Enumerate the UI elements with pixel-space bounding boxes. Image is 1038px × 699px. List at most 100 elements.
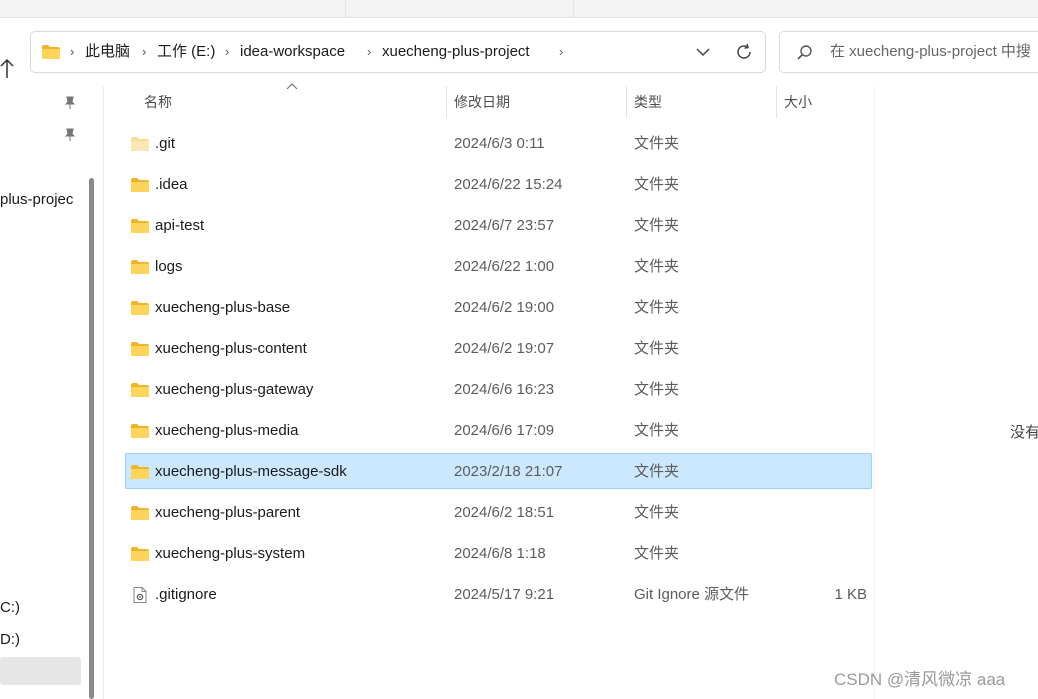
chevron-down-icon[interactable] <box>695 45 711 59</box>
file-date: 2024/6/7 23:57 <box>454 217 555 234</box>
chevron-right-icon[interactable]: › <box>142 43 146 61</box>
column-divider[interactable] <box>446 86 447 118</box>
sort-ascending-icon <box>286 83 298 90</box>
file-size: 1 KB <box>834 586 867 603</box>
preview-pane-text: 没有 <box>1010 424 1038 441</box>
column-date[interactable]: 修改日期 <box>454 93 510 111</box>
file-row[interactable]: api-test 2024/6/7 23:57 文件夹 <box>125 207 872 243</box>
file-row[interactable]: xuecheng-plus-content 2024/6/2 19:07 文件夹 <box>125 330 872 366</box>
column-divider[interactable] <box>776 86 777 118</box>
file-date: 2024/6/8 1:18 <box>454 545 546 562</box>
folder-icon <box>131 424 149 438</box>
navigation-pane: plus-projec C:) D:) <box>0 86 103 699</box>
tab-strip-segment <box>346 0 574 18</box>
folder-icon <box>131 342 149 356</box>
file-row[interactable]: xuecheng-plus-message-sdk 2023/2/18 21:07… <box>125 453 872 489</box>
file-type: 文件夹 <box>634 176 680 193</box>
breadcrumb-this-pc[interactable]: 此电脑 <box>85 43 130 61</box>
search-box[interactable]: 在 xuecheng-plus-project 中搜 <box>779 31 1038 73</box>
folder-icon <box>131 178 149 192</box>
file-row[interactable]: .gitignore 2024/5/17 9:21 Git Ignore 源文件 1 … <box>125 576 872 612</box>
file-row[interactable]: .idea 2024/6/22 15:24 文件夹 <box>125 166 872 202</box>
chevron-right-icon[interactable]: › <box>225 43 229 61</box>
file-name: xuecheng-plus-base <box>155 299 291 316</box>
nav-item-selected[interactable] <box>0 657 81 685</box>
file-date: 2024/6/2 18:51 <box>454 504 555 521</box>
watermark: CSDN @清风微凉 aaa <box>834 670 1006 689</box>
file-date: 2024/6/22 1:00 <box>454 258 555 275</box>
breadcrumb-drive-e[interactable]: 工作 (E:) <box>157 43 215 61</box>
file-type: 文件夹 <box>634 381 680 398</box>
file-row[interactable]: xuecheng-plus-system 2024/6/8 1:18 文件夹 <box>125 535 872 571</box>
file-type: 文件夹 <box>634 135 680 152</box>
folder-icon <box>131 301 149 315</box>
file-name: xuecheng-plus-gateway <box>155 381 314 398</box>
file-name: api-test <box>155 217 205 234</box>
file-type: 文件夹 <box>634 422 680 439</box>
folder-icon <box>131 506 149 520</box>
breadcrumb-idea-workspace[interactable]: idea-workspace <box>240 43 345 61</box>
search-placeholder: 在 xuecheng-plus-project 中搜 <box>830 43 1031 60</box>
file-row[interactable]: logs 2024/6/22 1:00 文件夹 <box>125 248 872 284</box>
file-type: 文件夹 <box>634 340 680 357</box>
file-date: 2023/2/18 21:07 <box>454 463 563 480</box>
column-divider[interactable] <box>626 86 627 118</box>
file-name: logs <box>155 258 183 275</box>
breadcrumb-project[interactable]: xuecheng-plus-project <box>382 43 530 61</box>
file-date: 2024/6/22 15:24 <box>454 176 563 193</box>
folder-icon <box>131 547 149 561</box>
column-name[interactable]: 名称 <box>144 93 172 111</box>
file-type: 文件夹 <box>634 504 680 521</box>
file-type: 文件夹 <box>634 258 680 275</box>
folder-icon <box>131 260 149 274</box>
up-arrow-icon[interactable] <box>0 58 14 80</box>
file-name: xuecheng-plus-system <box>155 545 306 562</box>
chevron-right-icon: › <box>70 44 75 59</box>
file-row[interactable]: xuecheng-plus-base 2024/6/2 19:00 文件夹 <box>125 289 872 325</box>
nav-item-project[interactable]: plus-projec <box>0 191 73 209</box>
address-bar[interactable]: › 此电脑 › 工作 (E:) › idea-workspace › xuech… <box>30 31 766 73</box>
file-type: 文件夹 <box>634 463 680 480</box>
file-row[interactable]: xuecheng-plus-parent 2024/6/2 18:51 文件夹 <box>125 494 872 530</box>
file-type: 文件夹 <box>634 545 680 562</box>
file-date: 2024/5/17 9:21 <box>454 586 555 603</box>
file-date: 2024/6/3 0:11 <box>454 135 545 152</box>
nav-scrollbar[interactable] <box>89 178 94 699</box>
file-name: xuecheng-plus-parent <box>155 504 301 521</box>
pin-icon[interactable] <box>63 96 77 110</box>
file-date: 2024/6/6 17:09 <box>454 422 555 439</box>
file-row[interactable]: .git 2024/6/3 0:11 文件夹 <box>125 125 872 161</box>
file-name: .git <box>155 135 176 152</box>
window-top-strip <box>0 0 1038 18</box>
tab-strip-segment <box>0 0 346 18</box>
file-date: 2024/6/2 19:07 <box>454 340 555 357</box>
nav-item-drive-c[interactable]: C:) <box>0 599 20 617</box>
preview-divider <box>874 86 875 699</box>
file-name: xuecheng-plus-content <box>155 340 307 357</box>
chevron-right-icon[interactable]: › <box>367 43 371 61</box>
pane-divider[interactable] <box>103 86 104 699</box>
folder-icon <box>131 383 149 397</box>
file-settings-icon <box>133 587 147 603</box>
pin-icon[interactable] <box>63 128 77 142</box>
file-name: xuecheng-plus-media <box>155 422 299 439</box>
folder-icon <box>42 45 60 59</box>
column-header: 名称 修改日期 类型 大小 <box>104 83 874 120</box>
chevron-right-icon[interactable]: › <box>559 43 563 61</box>
column-type[interactable]: 类型 <box>634 93 662 111</box>
file-name: .idea <box>155 176 188 193</box>
column-size[interactable]: 大小 <box>784 93 812 111</box>
file-type: 文件夹 <box>634 217 680 234</box>
nav-item-drive-d[interactable]: D:) <box>0 631 20 649</box>
folder-faded-icon <box>131 137 149 151</box>
refresh-icon[interactable] <box>734 42 754 62</box>
file-type: 文件夹 <box>634 299 680 316</box>
file-row[interactable]: xuecheng-plus-media 2024/6/6 17:09 文件夹 <box>125 412 872 448</box>
file-type: Git Ignore 源文件 <box>634 586 750 603</box>
file-date: 2024/6/2 19:00 <box>454 299 555 316</box>
folder-icon <box>131 219 149 233</box>
file-date: 2024/6/6 16:23 <box>454 381 555 398</box>
file-row[interactable]: xuecheng-plus-gateway 2024/6/6 16:23 文件夹 <box>125 371 872 407</box>
file-name: .gitignore <box>155 586 217 603</box>
search-icon <box>797 45 812 60</box>
